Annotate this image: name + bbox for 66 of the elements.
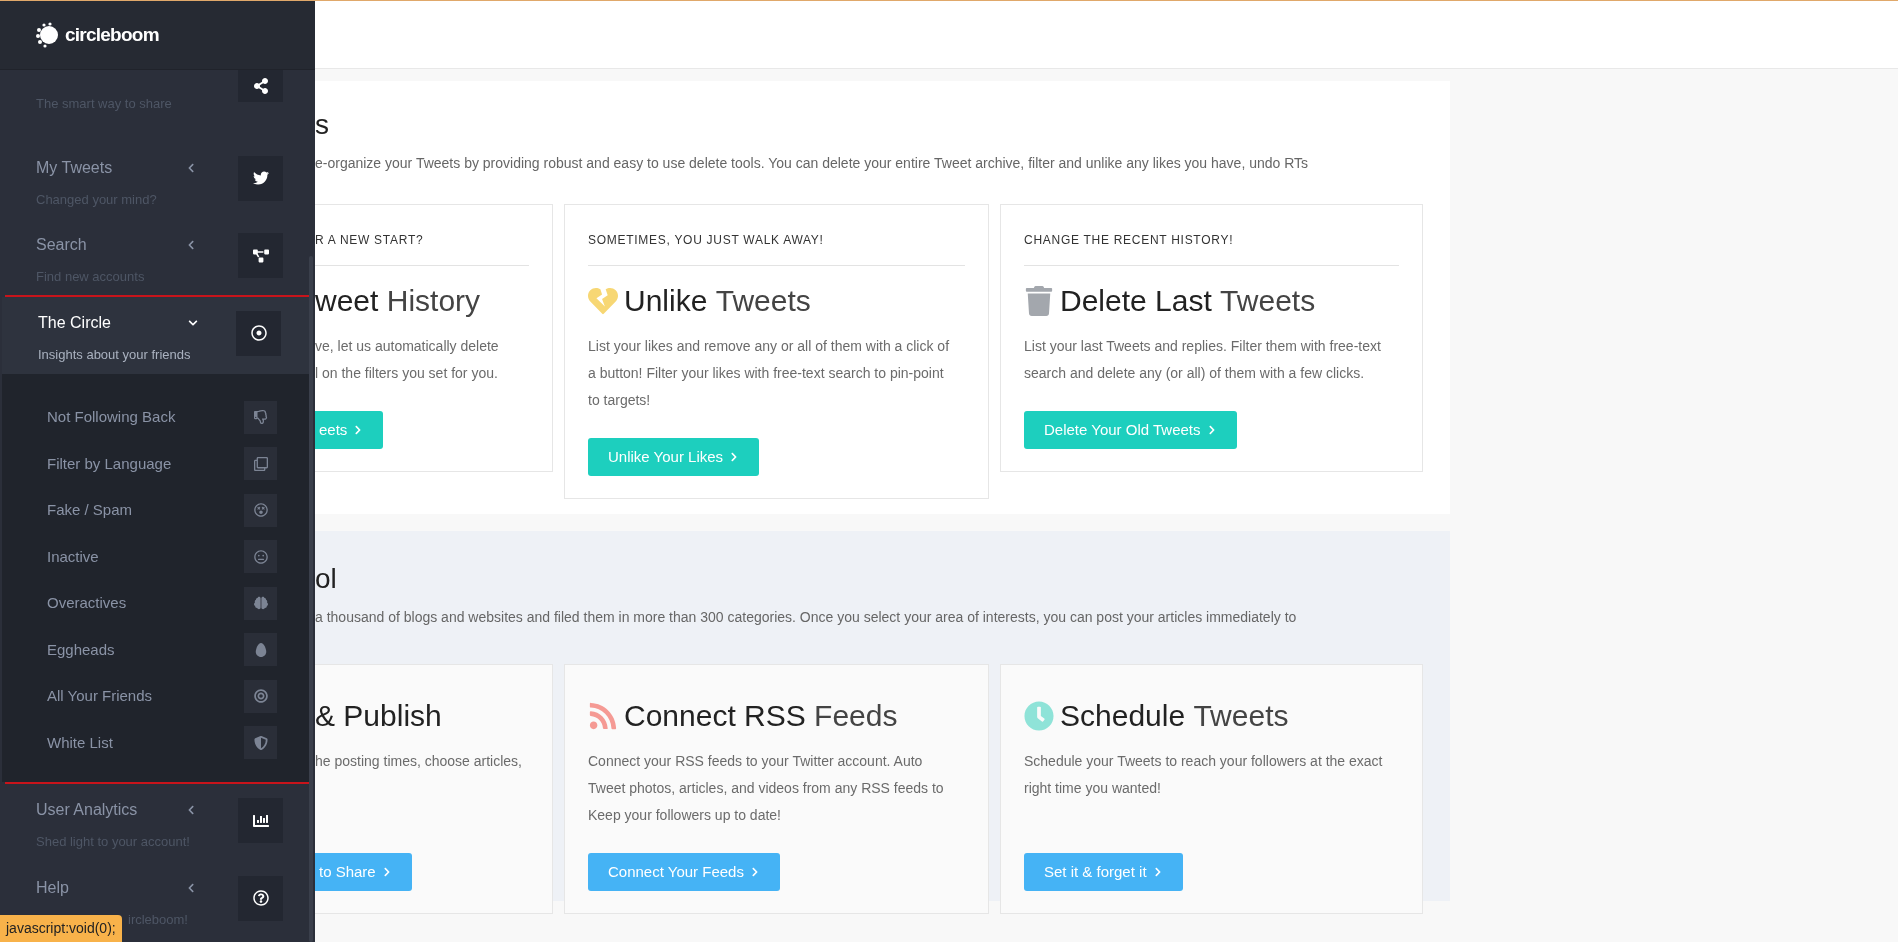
help-icon	[252, 890, 269, 906]
card-text: List your last Tweets and replies. Filter them with free-text search and delete any (or all) of them with a few clicks.	[1024, 337, 1382, 383]
menu-icon-tile[interactable]	[238, 798, 283, 843]
menu-icon-tile[interactable]	[238, 875, 283, 921]
section-title: s	[315, 108, 330, 142]
card-title: Unlike Tweets	[624, 283, 811, 319]
chevron-icon	[749, 867, 760, 877]
thumbs-down-icon	[253, 410, 268, 425]
section-title: ol	[315, 562, 338, 596]
card-text: Connect your RSS feeds to your Twitter account. Auto Tweet photos, articles, and videos from any RSS feeds to Keep your followers up to date!	[588, 752, 945, 825]
submenu-item[interactable]: White List	[47, 731, 244, 754]
bird-icon	[252, 170, 269, 186]
logo-text: circleboom	[65, 22, 159, 47]
card-eyebrow: CHANGE THE RECENT HISTORY!	[1024, 233, 1234, 247]
menu-item[interactable]: Help	[36, 875, 186, 900]
menu-item[interactable]: My Tweets	[36, 155, 186, 180]
broken-heart-icon	[588, 285, 618, 316]
logo-icon	[35, 22, 61, 48]
bar-chart-icon	[252, 812, 269, 829]
submenu-item[interactable]: Filter by Language	[47, 452, 244, 475]
clock-icon	[1024, 700, 1054, 731]
menu-icon-tile[interactable]	[238, 233, 283, 278]
egg-icon	[253, 642, 268, 657]
submenu-item[interactable]: Not Following Back	[47, 406, 244, 429]
menu-icon-tile[interactable]	[236, 310, 281, 356]
card-eyebrow: SOMETIMES, YOU JUST WALK AWAY!	[588, 233, 824, 247]
card-title: Schedule Tweets	[1060, 698, 1289, 734]
card-title: & Publish	[315, 698, 442, 734]
network-icon	[252, 247, 269, 264]
neutral-face-icon	[253, 549, 268, 564]
card-text: ve, let us automatically delete l on the filters you set for you.	[315, 337, 500, 383]
card-text: he posting times, choose articles,	[315, 752, 523, 771]
action-button[interactable]: Connect Your Feeds	[588, 853, 780, 891]
action-button[interactable]: to Share	[315, 853, 412, 891]
link-preview-tooltip: javascript:void(0);	[0, 915, 122, 942]
submenu-item[interactable]: All Your Friends	[47, 685, 244, 708]
two-squares-icon	[253, 456, 268, 471]
menu-subtitle: Insights about your friends	[38, 345, 191, 364]
card-title: weet History	[315, 283, 481, 319]
menu-icon-tile[interactable]	[238, 69, 283, 102]
rss-icon	[588, 700, 618, 731]
card-eyebrow: R A NEW START?	[315, 233, 424, 247]
share-icon	[252, 77, 269, 94]
card-text: List your likes and remove any or all of them with a click of a button! Filter your likes with free-text search to pin-point to targets!	[588, 337, 951, 410]
card-text: Schedule your Tweets to reach your followers at the exact right time you wanted!	[1024, 752, 1384, 798]
shield-icon	[253, 735, 268, 750]
target-icon	[250, 325, 267, 341]
chevron-icon	[381, 867, 392, 877]
menu-item[interactable]: User Analytics	[36, 798, 186, 822]
dizzy-face-icon	[253, 503, 268, 518]
target-icon	[253, 689, 268, 704]
chevron-icon	[1152, 867, 1163, 877]
menu-item[interactable]: Search	[36, 233, 186, 257]
section-description: a thousand of blogs and websites and filed them in more than 300 categories. Once you select your area of interests, you can post your articles immediately to	[315, 608, 1298, 627]
section-description: e-organize your Tweets by providing robust and easy to use delete tools. You can delete your entire Tweet archive, filter and unlike any likes you have, undo RTs	[315, 154, 1310, 173]
card-title: Delete Last Tweets	[1060, 283, 1316, 319]
submenu-item[interactable]: Eggheads	[47, 638, 244, 661]
chevron-icon	[1206, 425, 1217, 435]
menu-icon-tile[interactable]	[238, 155, 283, 201]
menu-item[interactable]: The Circle	[38, 310, 188, 335]
submenu-item[interactable]: Inactive	[47, 545, 244, 568]
action-button[interactable]: Set it & forget it	[1024, 853, 1183, 891]
submenu-item[interactable]: Fake / Spam	[47, 499, 244, 522]
card-title: Connect RSS Feeds	[624, 698, 898, 734]
submenu-item[interactable]: Overactives	[47, 592, 244, 615]
trash-icon	[1024, 285, 1054, 316]
